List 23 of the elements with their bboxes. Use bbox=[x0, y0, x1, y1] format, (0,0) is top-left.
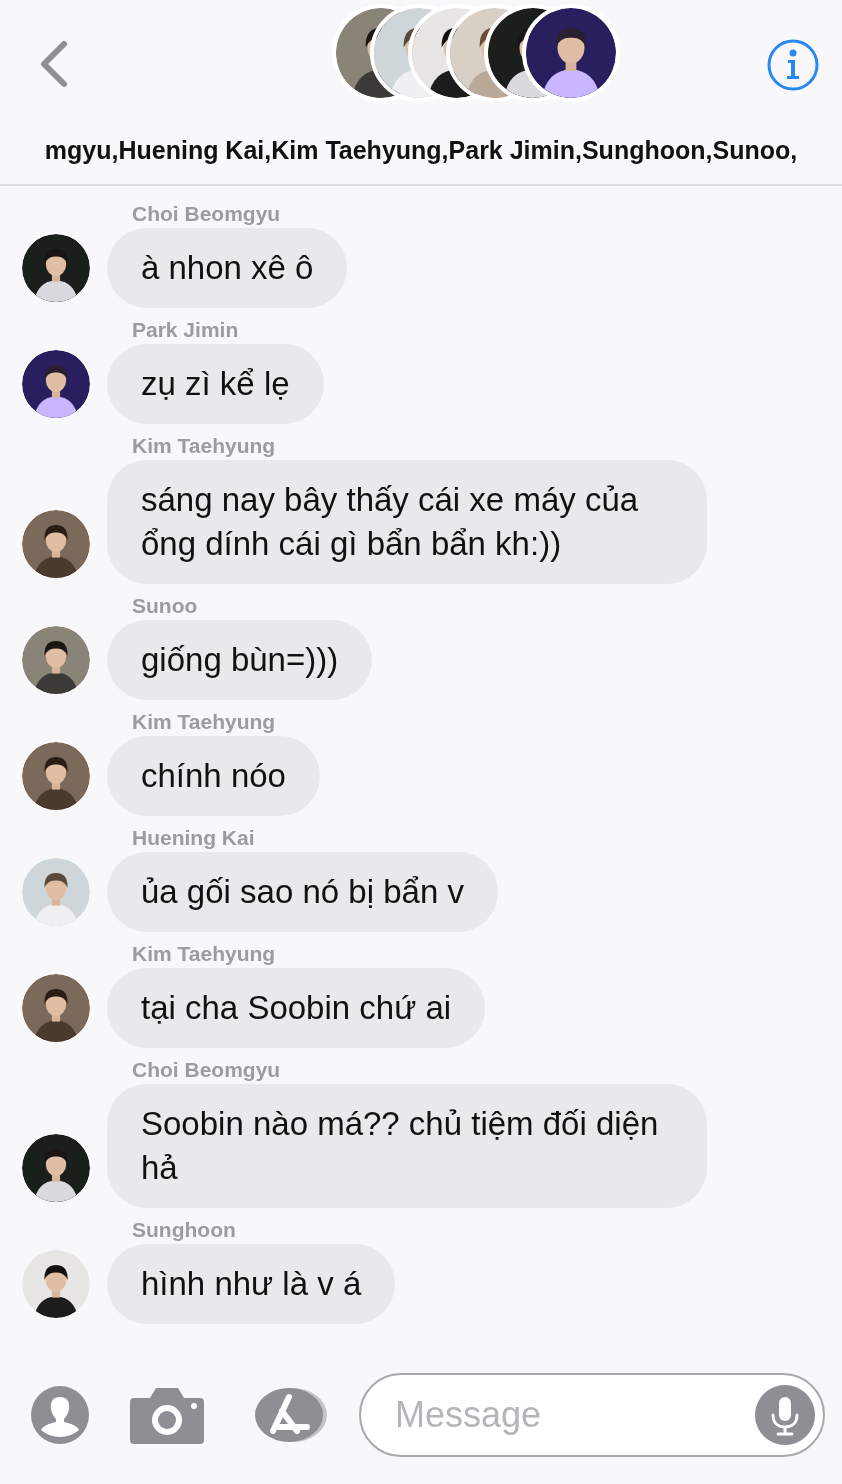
message-bubble: giống bùn=))) bbox=[107, 620, 373, 700]
message-bubble: ủa gối sao nó bị bẩn v bbox=[107, 852, 498, 932]
sender-name: Huening Kai bbox=[132, 825, 256, 851]
message-bubble: Soobin nào má?? chủ tiệm đối diện hả bbox=[107, 1084, 707, 1208]
sender-name: Kim Taehyung bbox=[132, 433, 277, 459]
sender-name: Choi Beomgyu bbox=[132, 1057, 282, 1083]
message-bubble: à nhon xê ô bbox=[107, 228, 348, 308]
sender-name: Kim Taehyung bbox=[132, 709, 277, 735]
sender-name: Choi Beomgyu bbox=[132, 201, 282, 227]
message-bubble: tại cha Soobin chứ ai bbox=[107, 968, 486, 1048]
contact-icon[interactable] bbox=[30, 1385, 90, 1445]
sender-name: Park Jimin bbox=[132, 317, 240, 343]
message-bubble: hình như là v á bbox=[107, 1244, 396, 1324]
sender-name: Sunoo bbox=[132, 593, 199, 619]
sender-name: Kim Taehyung bbox=[132, 941, 277, 967]
message-field[interactable]: Message bbox=[359, 1373, 825, 1457]
info-button[interactable] bbox=[766, 38, 820, 92]
group-members: mgyu,Huening Kai,Kim Taehyung,Park Jimin,Sunghoon,Sunoo, bbox=[43, 135, 799, 166]
message-bubble: sáng nay bây thấy cái xe máy của ổng dính cái gì bẩn bẩn kh:)) bbox=[107, 460, 707, 584]
message-bubble: chính nóo bbox=[107, 736, 320, 816]
camera-icon[interactable] bbox=[130, 1386, 204, 1444]
message-bubble: zụ zì kể lẹ bbox=[107, 344, 324, 424]
sender-name: Sunghoon bbox=[132, 1217, 237, 1243]
